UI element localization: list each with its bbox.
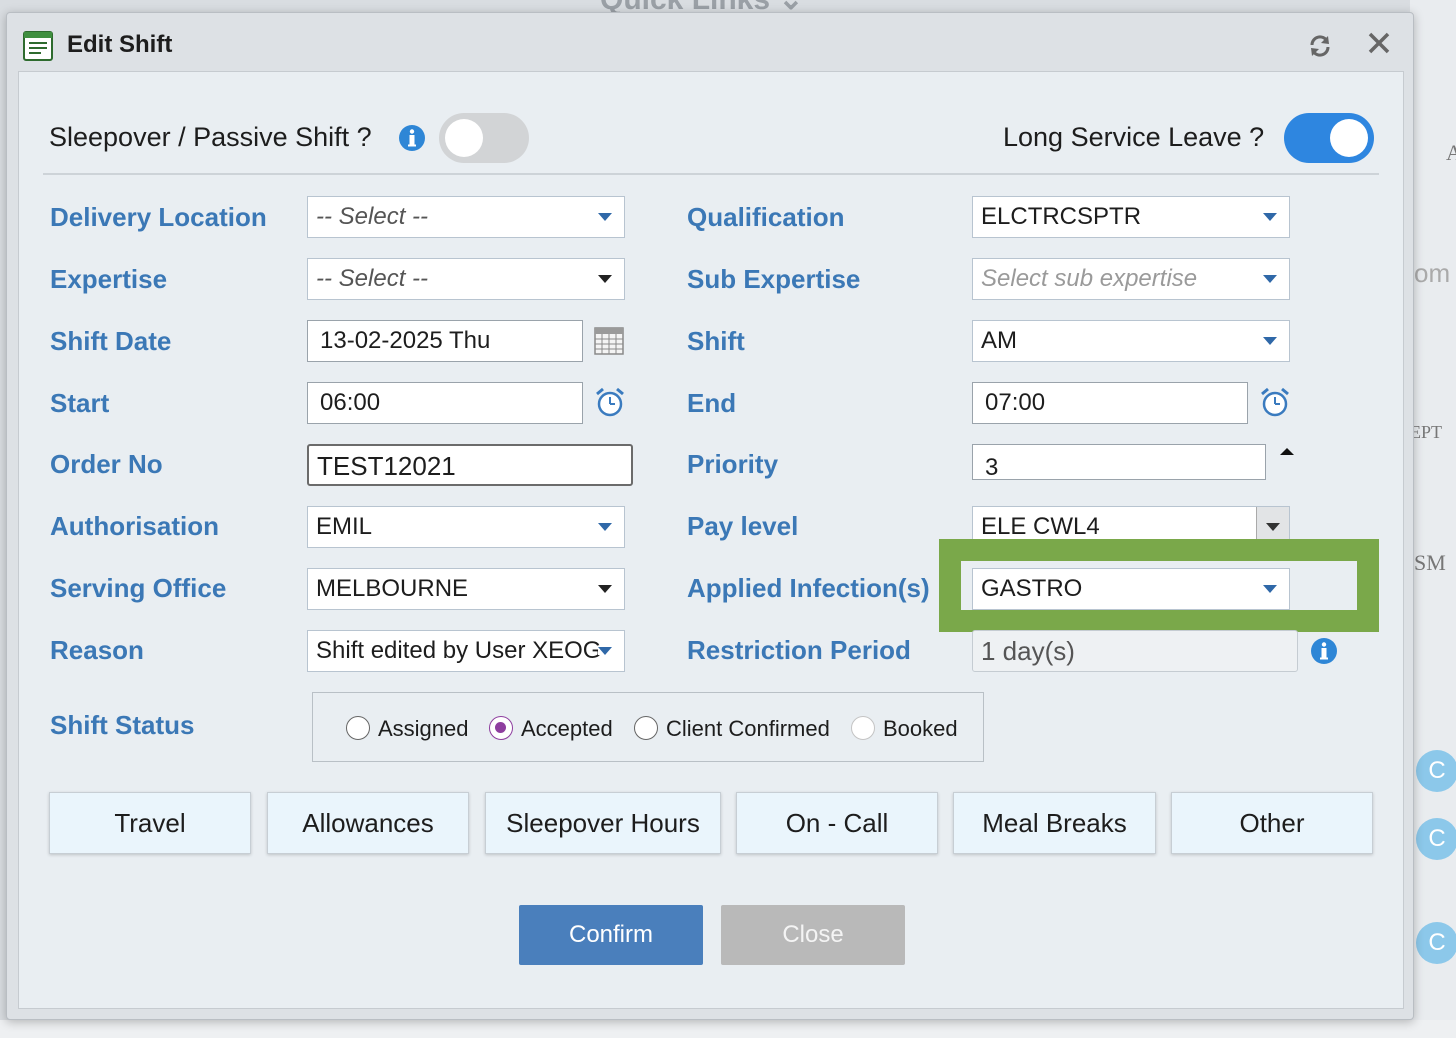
other-button[interactable]: Other bbox=[1171, 792, 1373, 854]
dialog-content: Sleepover / Passive Shift ? Long Service… bbox=[18, 71, 1404, 1009]
qualification-select[interactable]: ELCTRCSPTR bbox=[972, 196, 1290, 238]
meal-breaks-button[interactable]: Meal Breaks bbox=[953, 792, 1156, 854]
chevron-down-icon bbox=[598, 647, 612, 655]
shift-date-label: Shift Date bbox=[50, 326, 172, 356]
radio-label: Accepted bbox=[521, 716, 613, 741]
background-text: A bbox=[1446, 140, 1456, 165]
shift-label: Shift bbox=[687, 326, 745, 356]
background-text: om bbox=[1414, 258, 1451, 288]
shift-status-group: Assigned Accepted Client Confirmed Booke… bbox=[312, 692, 984, 762]
info-icon[interactable] bbox=[398, 124, 426, 152]
radio-label: Assigned bbox=[378, 716, 469, 741]
long-service-label: Long Service Leave ? bbox=[1003, 122, 1265, 152]
start-time-input[interactable]: 06:00 bbox=[307, 382, 583, 424]
confirm-button[interactable]: Confirm bbox=[519, 905, 703, 965]
priority-label: Priority bbox=[687, 449, 779, 479]
background-footer bbox=[0, 1020, 1456, 1038]
sleepover-toggle[interactable] bbox=[439, 113, 529, 163]
end-time-input[interactable]: 07:00 bbox=[972, 382, 1248, 424]
travel-button[interactable]: Travel bbox=[49, 792, 251, 854]
background-chat-bubble: C bbox=[1416, 818, 1456, 860]
chevron-down-icon bbox=[1263, 213, 1277, 221]
sub-expertise-select[interactable]: Select sub expertise bbox=[972, 258, 1290, 300]
order-no-label: Order No bbox=[50, 449, 163, 479]
radio-booked[interactable] bbox=[851, 716, 875, 740]
close-button[interactable]: Close bbox=[721, 905, 905, 965]
reason-select[interactable]: Shift edited by User XEOG bbox=[307, 630, 625, 672]
info-icon[interactable] bbox=[1310, 637, 1338, 665]
on-call-button[interactable]: On - Call bbox=[736, 792, 938, 854]
pay-level-label: Pay level bbox=[687, 511, 799, 541]
calendar-icon[interactable] bbox=[593, 325, 625, 357]
chevron-down-icon bbox=[598, 213, 612, 221]
shift-date-input[interactable]: 13-02-2025 Thu bbox=[307, 320, 583, 362]
sleepover-hours-button[interactable]: Sleepover Hours bbox=[485, 792, 721, 854]
chevron-down-icon bbox=[598, 523, 612, 531]
background-text: EPT bbox=[1410, 422, 1443, 442]
radio-label: Client Confirmed bbox=[666, 716, 830, 741]
document-list-icon bbox=[23, 31, 53, 61]
qualification-label: Qualification bbox=[687, 202, 845, 232]
close-icon[interactable] bbox=[1367, 31, 1391, 55]
background-chat-bubble: C bbox=[1416, 922, 1456, 964]
long-service-toggle[interactable] bbox=[1284, 113, 1374, 163]
authorisation-select[interactable]: EMIL bbox=[307, 506, 625, 548]
delivery-location-label: Delivery Location bbox=[50, 202, 267, 232]
alarm-clock-icon[interactable] bbox=[1259, 386, 1291, 418]
chevron-down-icon bbox=[598, 275, 612, 283]
background-right-panel: A om EPT SM bbox=[1410, 0, 1456, 1038]
chevron-down-icon bbox=[1266, 523, 1280, 531]
expertise-select[interactable]: -- Select -- bbox=[307, 258, 625, 300]
sub-expertise-label: Sub Expertise bbox=[687, 264, 861, 294]
refresh-icon[interactable] bbox=[1307, 33, 1333, 59]
edit-shift-dialog: Edit Shift Sleepover / Passive Shift ? L… bbox=[6, 12, 1414, 1020]
background-chat-bubble: C bbox=[1416, 750, 1456, 792]
priority-input[interactable]: 3 bbox=[972, 444, 1266, 480]
restriction-period-field: 1 day(s) bbox=[972, 630, 1298, 672]
expertise-label: Expertise bbox=[50, 264, 168, 294]
reason-label: Reason bbox=[50, 635, 144, 665]
spinner-up-icon[interactable] bbox=[1280, 448, 1294, 455]
order-no-input[interactable]: TEST12021 bbox=[307, 444, 633, 486]
chevron-down-icon bbox=[1263, 275, 1277, 283]
serving-office-label: Serving Office bbox=[50, 573, 227, 603]
applied-infections-label: Applied Infection(s) bbox=[687, 573, 930, 603]
divider bbox=[43, 173, 1379, 175]
shift-select[interactable]: AM bbox=[972, 320, 1290, 362]
radio-label: Booked bbox=[883, 716, 958, 741]
end-label: End bbox=[687, 388, 737, 418]
dialog-title: Edit Shift bbox=[67, 31, 173, 58]
alarm-clock-icon[interactable] bbox=[594, 386, 626, 418]
dialog-titlebar[interactable]: Edit Shift bbox=[7, 13, 1413, 73]
background-text: SM bbox=[1414, 550, 1446, 575]
start-label: Start bbox=[50, 388, 110, 418]
serving-office-select[interactable]: MELBOURNE bbox=[307, 568, 625, 610]
radio-client-confirmed[interactable] bbox=[634, 716, 658, 740]
allowances-button[interactable]: Allowances bbox=[267, 792, 469, 854]
applied-infections-select[interactable]: GASTRO bbox=[972, 568, 1290, 610]
sleepover-label: Sleepover / Passive Shift ? bbox=[49, 122, 372, 152]
delivery-location-select[interactable]: -- Select -- bbox=[307, 196, 625, 238]
authorisation-label: Authorisation bbox=[50, 511, 219, 541]
chevron-down-icon bbox=[598, 585, 612, 593]
radio-assigned[interactable] bbox=[346, 716, 370, 740]
radio-accepted[interactable] bbox=[489, 716, 513, 740]
chevron-down-icon bbox=[1263, 337, 1277, 345]
chevron-down-icon bbox=[1263, 585, 1277, 593]
restriction-period-label: Restriction Period bbox=[687, 635, 911, 665]
shift-status-label: Shift Status bbox=[50, 710, 195, 740]
